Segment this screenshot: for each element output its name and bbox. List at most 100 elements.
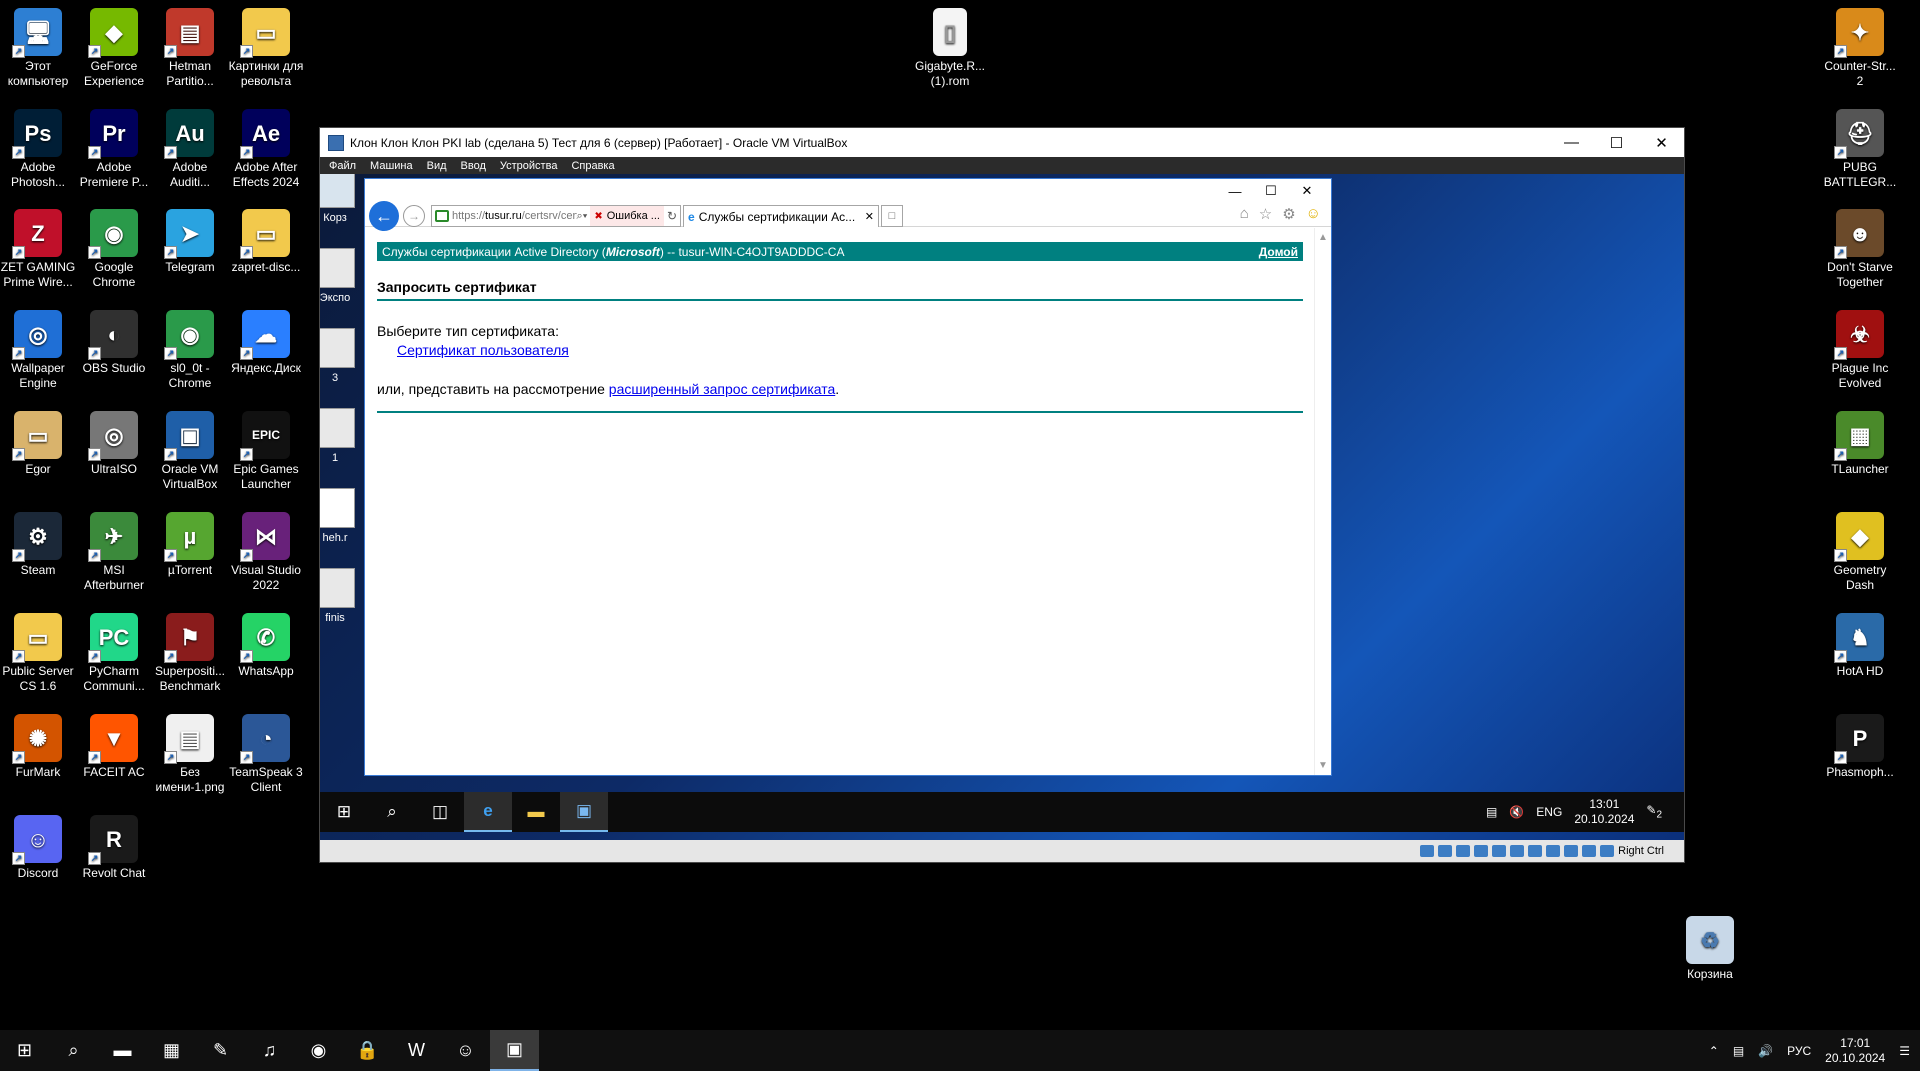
desktop-shortcut[interactable]: ▣ ↗ Oracle VM VirtualBox (152, 407, 228, 492)
network-icon[interactable]: ▤ (1733, 1044, 1744, 1058)
gear-icon[interactable]: ⚙ (1282, 205, 1295, 223)
virtualbox-titlebar[interactable]: Клон Клон Клон PKI lab (сделана 5) Тест … (320, 128, 1684, 157)
desktop-shortcut[interactable]: ⛑ ↗ PUBG BATTLEGR... (1822, 105, 1898, 190)
desktop-shortcut[interactable]: ▭ ↗ Egor (0, 407, 76, 477)
keyboard-status-icon[interactable] (1600, 845, 1615, 857)
guest-lang-indicator[interactable]: ENG (1536, 805, 1562, 819)
mouse-integration-icon[interactable] (1582, 845, 1597, 857)
host-lang-indicator[interactable]: РУС (1787, 1044, 1811, 1058)
guest-icon-1[interactable]: 1 (320, 408, 370, 464)
user-certificate-link[interactable]: Сертификат пользователя (397, 342, 569, 358)
desktop-shortcut[interactable]: ◎ ↗ Wallpaper Engine (0, 306, 76, 391)
advanced-request-link[interactable]: расширенный запрос сертификата (609, 381, 835, 397)
desktop-shortcut[interactable]: ☁ ↗ Яндекс.Диск (228, 306, 304, 376)
guest-clock[interactable]: 13:01 20.10.2024 (1574, 797, 1634, 827)
taskbar-virtualbox-icon[interactable]: ▣ (490, 1030, 539, 1071)
optical-status-icon[interactable] (1438, 845, 1453, 857)
taskbar-explorer-icon[interactable]: ▬ (98, 1030, 147, 1071)
desktop-shortcut[interactable]: µ ↗ µTorrent (152, 508, 228, 578)
guest-icon-3[interactable]: 3 (320, 328, 370, 384)
desktop-shortcut[interactable]: ⚙ ↗ Steam (0, 508, 76, 578)
desktop-shortcut[interactable]: ➤ ↗ Telegram (152, 205, 228, 275)
desktop-shortcut[interactable]: ✺ ↗ FurMark (0, 710, 76, 780)
desktop-shortcut[interactable]: ◐ ↗ OBS Studio (76, 306, 152, 376)
desktop-shortcut[interactable]: ◉ ↗ sl0_0t - Chrome (152, 306, 228, 391)
taskbar-start-icon[interactable]: ⊞ (0, 1030, 49, 1071)
guest-start-icon[interactable]: ⊞ (320, 792, 368, 832)
desktop-shortcut[interactable]: 🖥 ↗ Этот компьютер (0, 4, 76, 89)
desktop-shortcut[interactable]: Ps ↗ Adobe Photosh... (0, 105, 76, 190)
desktop-shortcut[interactable]: Z ↗ ZET GAMING Prime Wire... (0, 205, 76, 290)
desktop-shortcut[interactable]: ▭ ↗ Картинки для револьта (228, 4, 304, 89)
feedback-smiley-icon[interactable]: ☺ (1306, 205, 1321, 223)
home-icon[interactable]: ⌂ (1240, 205, 1249, 223)
desktop-shortcut[interactable]: ◔ ↗ TeamSpeak 3 Client (228, 710, 304, 795)
notification-center-icon[interactable]: ☰ (1899, 1044, 1910, 1058)
recycle-bin[interactable]: ♻ Корзина (1672, 912, 1748, 982)
forward-button[interactable]: → (403, 205, 425, 227)
desktop-shortcut[interactable]: ▭ ↗ zapret-disc... (228, 205, 304, 275)
tab-cert-services[interactable]: e Службы сертификации Ac... ✕ (683, 205, 879, 227)
address-bar[interactable]: https://tusur.ru/certsrv/cert ⌕▾ Ошибка … (431, 205, 681, 227)
desktop-shortcut[interactable]: ▤ ↗ Hetman Partitio... (152, 4, 228, 89)
desktop-file[interactable]: ▯ Gigabyte.R... (1).rom (912, 4, 988, 89)
desktop-shortcut[interactable]: ⚑ ↗ Superpositi... Benchmark (152, 609, 228, 694)
guest-ie-icon[interactable]: e (464, 792, 512, 832)
disk-status-icon[interactable] (1420, 845, 1435, 857)
volume-icon[interactable]: 🔊 (1758, 1044, 1773, 1058)
taskbar-music-icon[interactable]: ♫ (245, 1030, 294, 1071)
desktop-shortcut[interactable]: ☻ ↗ Don't Starve Together (1822, 205, 1898, 290)
search-icon[interactable]: ⌕▾ (577, 210, 588, 223)
guest-explorer-icon[interactable]: ▬ (512, 792, 560, 832)
guest-network-icon[interactable]: ▤ (1486, 805, 1497, 819)
desktop-shortcut[interactable]: ☣ ↗ Plague Inc Evolved (1822, 306, 1898, 391)
desktop-shortcut[interactable]: ◉ ↗ Google Chrome (76, 205, 152, 290)
vertical-scrollbar[interactable]: ▲ ▼ (1314, 228, 1331, 775)
desktop-shortcut[interactable]: PC ↗ PyCharm Communi... (76, 609, 152, 694)
desktop-shortcut[interactable]: EPIC ↗ Epic Games Launcher (228, 407, 304, 492)
maximize-icon[interactable]: ☐ (1253, 181, 1289, 201)
guest-search-icon[interactable]: ⌕ (368, 792, 416, 832)
desktop-shortcut[interactable]: ▼ ↗ FACEIT AC (76, 710, 152, 780)
certificate-error-badge[interactable]: Ошибка ... (590, 206, 664, 226)
vbox-menu-item[interactable]: Файл (329, 160, 356, 172)
guest-screen[interactable]: Корз Экспо 3 1 heh.r finis — ☐ ✕ ← → htt… (320, 174, 1684, 840)
display-status-icon[interactable] (1528, 845, 1543, 857)
desktop-shortcut[interactable]: ✈ ↗ MSI Afterburner (76, 508, 152, 593)
chevron-up-icon[interactable]: ⌃ (1709, 1044, 1719, 1058)
new-tab-button[interactable]: □ (881, 205, 903, 227)
desktop-shortcut[interactable]: ◆ ↗ Geometry Dash (1822, 508, 1898, 593)
close-icon[interactable]: ✕ (1639, 128, 1684, 157)
cpu-status-icon[interactable] (1564, 845, 1579, 857)
guest-server-manager-icon[interactable]: ▣ (560, 792, 608, 832)
taskbar-paint-icon[interactable]: ✎ (196, 1030, 245, 1071)
maximize-icon[interactable]: ☐ (1594, 128, 1639, 157)
taskbar-keepass-icon[interactable]: 🔒 (343, 1030, 392, 1071)
close-tab-icon[interactable]: ✕ (865, 210, 874, 223)
desktop-shortcut[interactable]: Pr ↗ Adobe Premiere P... (76, 105, 152, 190)
scroll-up-icon[interactable]: ▲ (1318, 232, 1328, 243)
back-button[interactable]: ← (369, 201, 399, 231)
desktop-shortcut[interactable]: Au ↗ Adobe Auditi... (152, 105, 228, 190)
favorites-star-icon[interactable]: ☆ (1259, 205, 1272, 223)
network-status-icon[interactable] (1474, 845, 1489, 857)
taskbar-word-icon[interactable]: W (392, 1030, 441, 1071)
minimize-icon[interactable]: — (1549, 128, 1594, 157)
guest-icon-recycle[interactable]: Корз (320, 174, 370, 224)
taskbar-discord-icon[interactable]: ☺ (441, 1030, 490, 1071)
host-clock[interactable]: 17:01 20.10.2024 (1825, 1036, 1885, 1066)
refresh-icon[interactable]: ↻ (667, 209, 677, 223)
audio-status-icon[interactable] (1456, 845, 1471, 857)
taskbar-calculator-icon[interactable]: ▦ (147, 1030, 196, 1071)
desktop-shortcut[interactable]: ♞ ↗ HotA HD (1822, 609, 1898, 679)
desktop-shortcut[interactable]: ☺ ↗ Discord (0, 811, 76, 881)
desktop-shortcut[interactable]: Ae ↗ Adobe After Effects 2024 (228, 105, 304, 190)
guest-icon-export[interactable]: Экспо (320, 248, 370, 304)
desktop-shortcut[interactable]: ✆ ↗ WhatsApp (228, 609, 304, 679)
desktop-shortcut[interactable]: P ↗ Phasmoph... (1822, 710, 1898, 780)
guest-task-view-icon[interactable]: ◫ (416, 792, 464, 832)
home-link[interactable]: Домой (1259, 245, 1298, 259)
desktop-shortcut[interactable]: ▦ ↗ TLauncher (1822, 407, 1898, 477)
vbox-menu-item[interactable]: Вид (427, 160, 447, 172)
taskbar-search-icon[interactable]: ⌕ (49, 1030, 98, 1071)
